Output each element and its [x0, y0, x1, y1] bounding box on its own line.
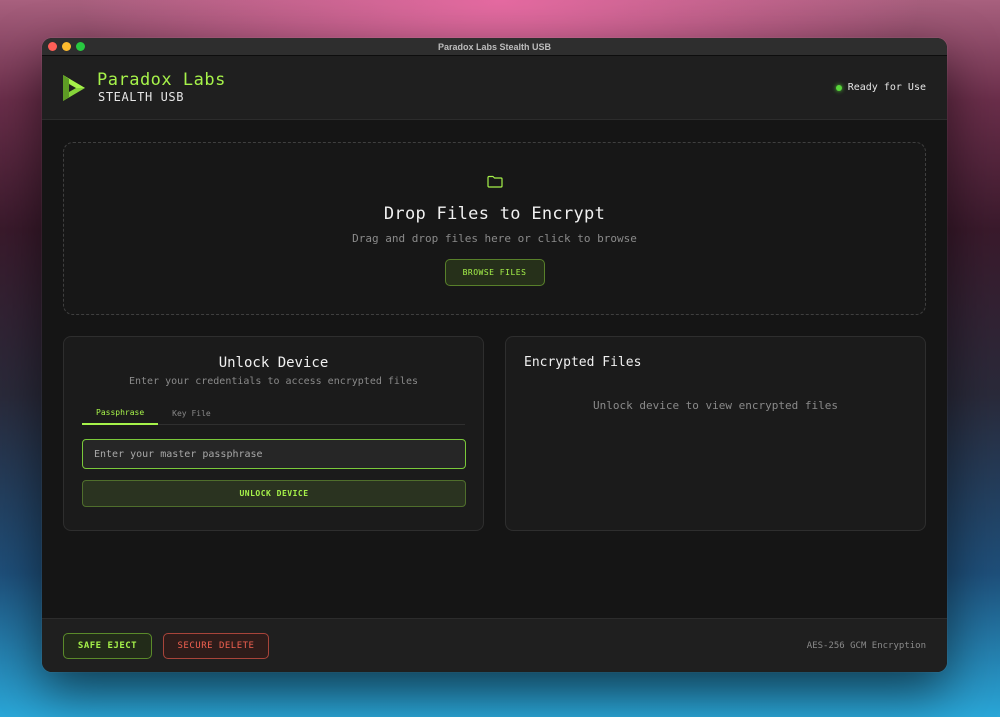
unlock-device-button[interactable]: UNLOCK DEVICE	[82, 480, 466, 507]
passphrase-input[interactable]	[82, 439, 466, 469]
title-bar: Paradox Labs Stealth USB	[42, 38, 947, 56]
play-triangle-logo-icon	[63, 74, 85, 101]
secure-delete-button[interactable]: SECURE DELETE	[163, 632, 269, 659]
app-window: Paradox Labs Stealth USB Paradox Labs ST…	[42, 38, 947, 672]
device-status: Ready for Use	[835, 82, 926, 93]
encrypted-files-title: Encrypted Files	[524, 355, 642, 370]
brand-subtitle: STEALTH USB	[98, 90, 185, 104]
window-controls	[48, 42, 85, 51]
tab-passphrase[interactable]: Passphrase	[82, 401, 159, 425]
minimize-window-button[interactable]	[62, 42, 71, 51]
encryption-info: AES-256 GCM Encryption	[806, 640, 926, 651]
window-title: Paradox Labs Stealth USB	[437, 41, 552, 52]
unlock-title: Unlock Device	[218, 355, 329, 371]
drop-zone-title: Drop Files to Encrypt	[383, 204, 606, 224]
unlock-device-panel: Unlock Device Enter your credentials to …	[63, 336, 484, 531]
encrypted-files-empty-state: Unlock device to view encrypted files	[592, 399, 839, 412]
tab-key-file[interactable]: Key File	[158, 401, 225, 425]
browse-files-button[interactable]: BROWSE FILES	[444, 259, 545, 286]
folder-icon	[486, 175, 503, 188]
encrypted-files-panel: Encrypted Files Unlock device to view en…	[505, 336, 926, 531]
close-window-button[interactable]	[48, 42, 57, 51]
status-text: Ready for Use	[847, 82, 926, 93]
file-drop-zone[interactable]: Drop Files to Encrypt Drag and drop file…	[63, 142, 926, 315]
app-header: Paradox Labs STEALTH USB Ready for Use	[42, 56, 947, 120]
brand-name: Paradox Labs	[97, 70, 226, 90]
drop-zone-subtitle: Drag and drop files here or click to bro…	[352, 232, 637, 245]
safe-eject-button[interactable]: SAFE EJECT	[63, 632, 152, 659]
brand: Paradox Labs STEALTH USB	[61, 70, 226, 105]
unlock-subtitle: Enter your credentials to access encrypt…	[129, 376, 418, 387]
zoom-window-button[interactable]	[76, 42, 85, 51]
app-footer: SAFE EJECT SECURE DELETE AES-256 GCM Enc…	[42, 618, 947, 672]
status-indicator-icon	[835, 84, 842, 91]
credential-tabs: Passphrase Key File	[82, 401, 465, 425]
